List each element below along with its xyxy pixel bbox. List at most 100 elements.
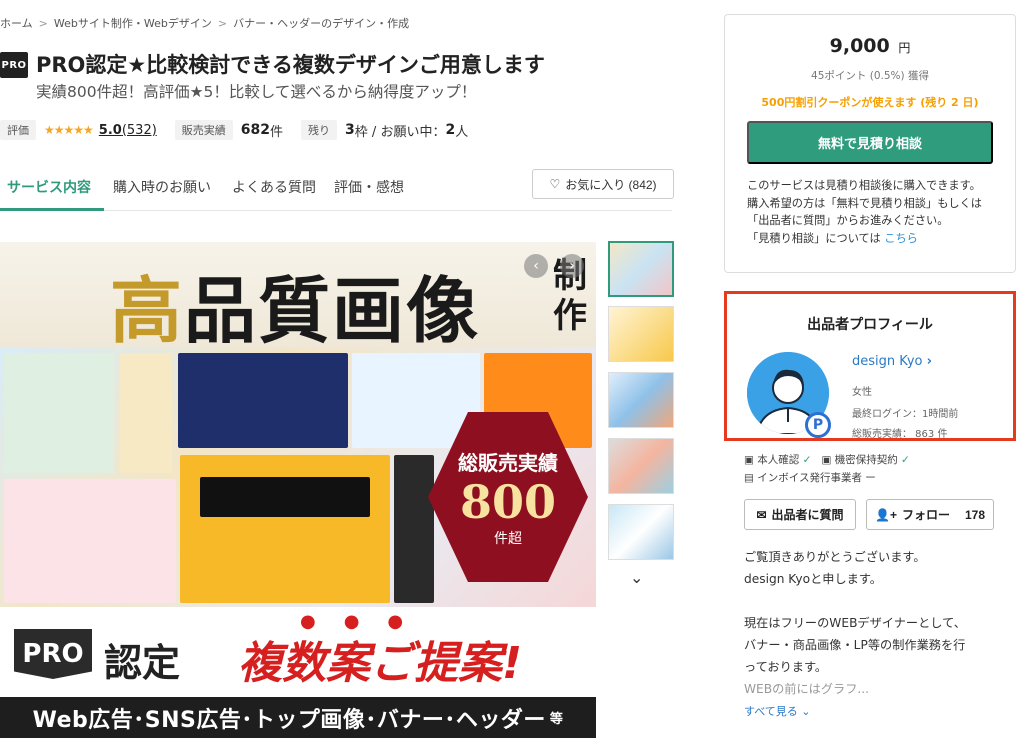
verification-badges: ▣ 本人確認 ✓ ▣ 機密保持契約 ✓ ▤ インボイス発行事業者 ー <box>744 451 1014 487</box>
breadcrumb-category[interactable]: Webサイト制作・Webデザイン <box>54 17 212 30</box>
hero-header: 高品質画像 制作 <box>0 242 596 353</box>
follow-button[interactable]: 👤+ フォロー 178 <box>866 499 994 530</box>
purchase-note-line: 「見積り相談」については <box>747 231 881 245</box>
tab-faq[interactable]: よくある質問 <box>232 177 316 197</box>
thumbnail-1[interactable] <box>608 241 674 297</box>
breadcrumb-home[interactable]: ホーム <box>0 17 33 30</box>
remaining-label: 残り <box>301 120 338 140</box>
follow-count: 178 <box>964 507 985 522</box>
thumbnail-5[interactable] <box>608 504 674 560</box>
bio-line: design Kyoと申します。 <box>744 572 882 586</box>
service-tabs: サービス内容 購入時のお願い よくある質問 評価・感想 ♡ お気に入り (842… <box>0 163 674 211</box>
see-all-label: すべて見る <box>744 705 798 718</box>
purchase-note-line: このサービスは見積り相談後に購入できます。 <box>747 179 981 192</box>
hero-heading-rest: 品質画像 <box>184 268 481 353</box>
points-earned: 45ポイント (0.5%) 獲得 <box>811 70 929 82</box>
bio-line: バナー・商品画像・LP等の制作業務を行 <box>744 638 966 652</box>
sales-badge-unit: 件超 <box>494 530 522 547</box>
promo-band: PRO 認定 ●●● 複数案ご提案! <box>0 607 596 697</box>
page-title: PRO認定★比較検討できる複数デザインご用意します <box>36 53 545 77</box>
breadcrumb: ホーム > Webサイト制作・Webデザイン > バナー・ヘッダーのデザイン・作成 <box>0 15 409 31</box>
invoice-label: インボイス発行事業者 <box>757 472 862 484</box>
invoice-status: ー <box>865 472 876 484</box>
follow-label: フォロー <box>901 508 950 522</box>
sales-badge-number: 800 <box>459 474 557 529</box>
breadcrumb-subcategory[interactable]: バナー・ヘッダーのデザイン・作成 <box>233 17 409 30</box>
mail-icon: ✉ <box>756 507 767 522</box>
see-all-link[interactable]: すべて見る ⌄ <box>744 703 811 719</box>
pro-badge: PRO <box>0 52 28 78</box>
thumbnail-2[interactable] <box>608 306 674 362</box>
price-value: 9,000 <box>829 35 890 57</box>
bio-line: っております。 <box>744 660 828 674</box>
bio-line-faded: WEBの前にはグラフ... <box>744 682 870 696</box>
breadcrumb-separator: > <box>217 17 228 30</box>
ask-seller-label: 出品者に質問 <box>771 508 844 522</box>
rating-label: 評価 <box>0 120 36 140</box>
favorite-button[interactable]: ♡ お気に入り (842) <box>532 169 674 199</box>
hero-bottom-banner: Web広告･SNS広告･トップ画像･バナー･ヘッダー等 <box>0 697 596 738</box>
chevron-down-icon: ⌄ <box>801 705 811 718</box>
active-tab-indicator <box>0 208 104 211</box>
page-subtitle: 実績800件超！高評価★5！比較して選べるから納得度アップ！ <box>36 83 477 101</box>
identity-verified-label: 本人確認 <box>757 454 800 466</box>
check-icon: ✓ <box>802 454 812 466</box>
id-card-icon: ▣ <box>744 454 754 466</box>
remaining-text: 枠 / お願い中： <box>354 124 446 140</box>
sales-value: 682 <box>240 122 271 138</box>
hero-bottom-small: 等 <box>549 712 564 727</box>
thumbnail-3[interactable] <box>608 372 674 428</box>
nda-label: 機密保持契約 <box>834 454 898 466</box>
heart-icon: ♡ <box>549 177 561 191</box>
coupon-notice[interactable]: 500円割引クーポンが使えます (残り 2 日) <box>725 94 1015 110</box>
bio-line: ご覧頂きありがとうございます。 <box>744 550 926 564</box>
rating-link[interactable]: 5.0(532) <box>99 123 157 138</box>
seller-gender: 女性 <box>852 387 872 398</box>
bio-line <box>744 590 1006 612</box>
tab-service-content[interactable]: サービス内容 <box>7 177 91 197</box>
seller-total-sales: 総販売実績： 863 件 <box>852 429 948 440</box>
add-user-icon: 👤+ <box>875 507 897 522</box>
price: 9,000 円 <box>725 35 1015 57</box>
service-stats: 評価 ★★★★★ 5.0(532) 販売実績 682 件 残り 3枠 / お願い中… <box>0 120 468 140</box>
sales-badge-label: 総販売実績 <box>458 450 558 475</box>
seller-name: design Kyo <box>852 354 923 369</box>
seller-last-login: 最終ログイン：1時間前 <box>852 409 959 420</box>
pro-level-badge: P <box>805 412 831 438</box>
review-count: (532) <box>121 122 157 138</box>
rating-value: 5.0 <box>98 122 122 138</box>
multiple-proposals-text: 複数案ご提案! <box>238 638 523 689</box>
purchase-note-line: 購入希望の方は「無料で見積り相談」もしくは <box>747 196 982 210</box>
hero-bottom-text: Web広告･SNS広告･トップ画像･バナー･ヘッダー <box>32 707 546 733</box>
seller-name-link[interactable]: design Kyo › <box>852 354 932 369</box>
main-service-image[interactable]: 高品質画像 制作 総販売実績 800 件超 PRO 認定 ●●● 複数案ご提案!… <box>0 242 596 738</box>
estimate-info-link[interactable]: こちら <box>884 232 918 245</box>
chevron-down-icon[interactable]: ⌄ <box>630 568 643 587</box>
bio-line: 現在はフリーのWEBデザイナーとして、 <box>744 616 966 630</box>
profile-title: 出品者プロフィール <box>807 317 933 333</box>
remaining-value: 3 <box>345 122 355 138</box>
in-progress-value: 2 <box>445 122 456 138</box>
in-progress-unit: 人 <box>455 124 469 140</box>
purchase-note-line: 「出品者に質問」からお進みください。 <box>747 214 949 227</box>
price-currency: 円 <box>898 41 911 55</box>
lock-icon: ▣ <box>821 454 832 466</box>
purchase-card: 9,000 円 45ポイント (0.5%) 獲得 500円割引クーポンが使えます… <box>724 14 1016 273</box>
next-image-icon[interactable]: › <box>560 254 584 278</box>
pro-logo: PRO <box>14 629 92 679</box>
invoice-icon: ▤ <box>744 472 754 484</box>
check-icon: ✓ <box>901 454 910 466</box>
hero-heading: 高品質画像 <box>110 252 480 357</box>
ask-seller-button[interactable]: ✉ 出品者に質問 <box>744 499 856 530</box>
thumbnail-4[interactable] <box>608 438 674 494</box>
tab-purchase-request[interactable]: 購入時のお願い <box>113 177 211 197</box>
tab-reviews[interactable]: 評価・感想 <box>334 177 404 197</box>
prev-image-icon[interactable]: ‹ <box>524 254 548 278</box>
free-estimate-button[interactable]: 無料で見積り相談 <box>747 121 993 164</box>
favorite-label: お気に入り (842) <box>565 177 657 192</box>
certified-text: 認定 <box>104 641 181 685</box>
hero-heading-gold: 高 <box>110 268 185 353</box>
chevron-right-icon: › <box>926 354 932 369</box>
seller-bio: ご覧頂きありがとうございます。 design Kyoと申します。 現在はフリーの… <box>744 546 1006 700</box>
seller-profile: 出品者プロフィール P design Kyo › 女性 最終ログイン：1時間前 … <box>724 291 1016 441</box>
